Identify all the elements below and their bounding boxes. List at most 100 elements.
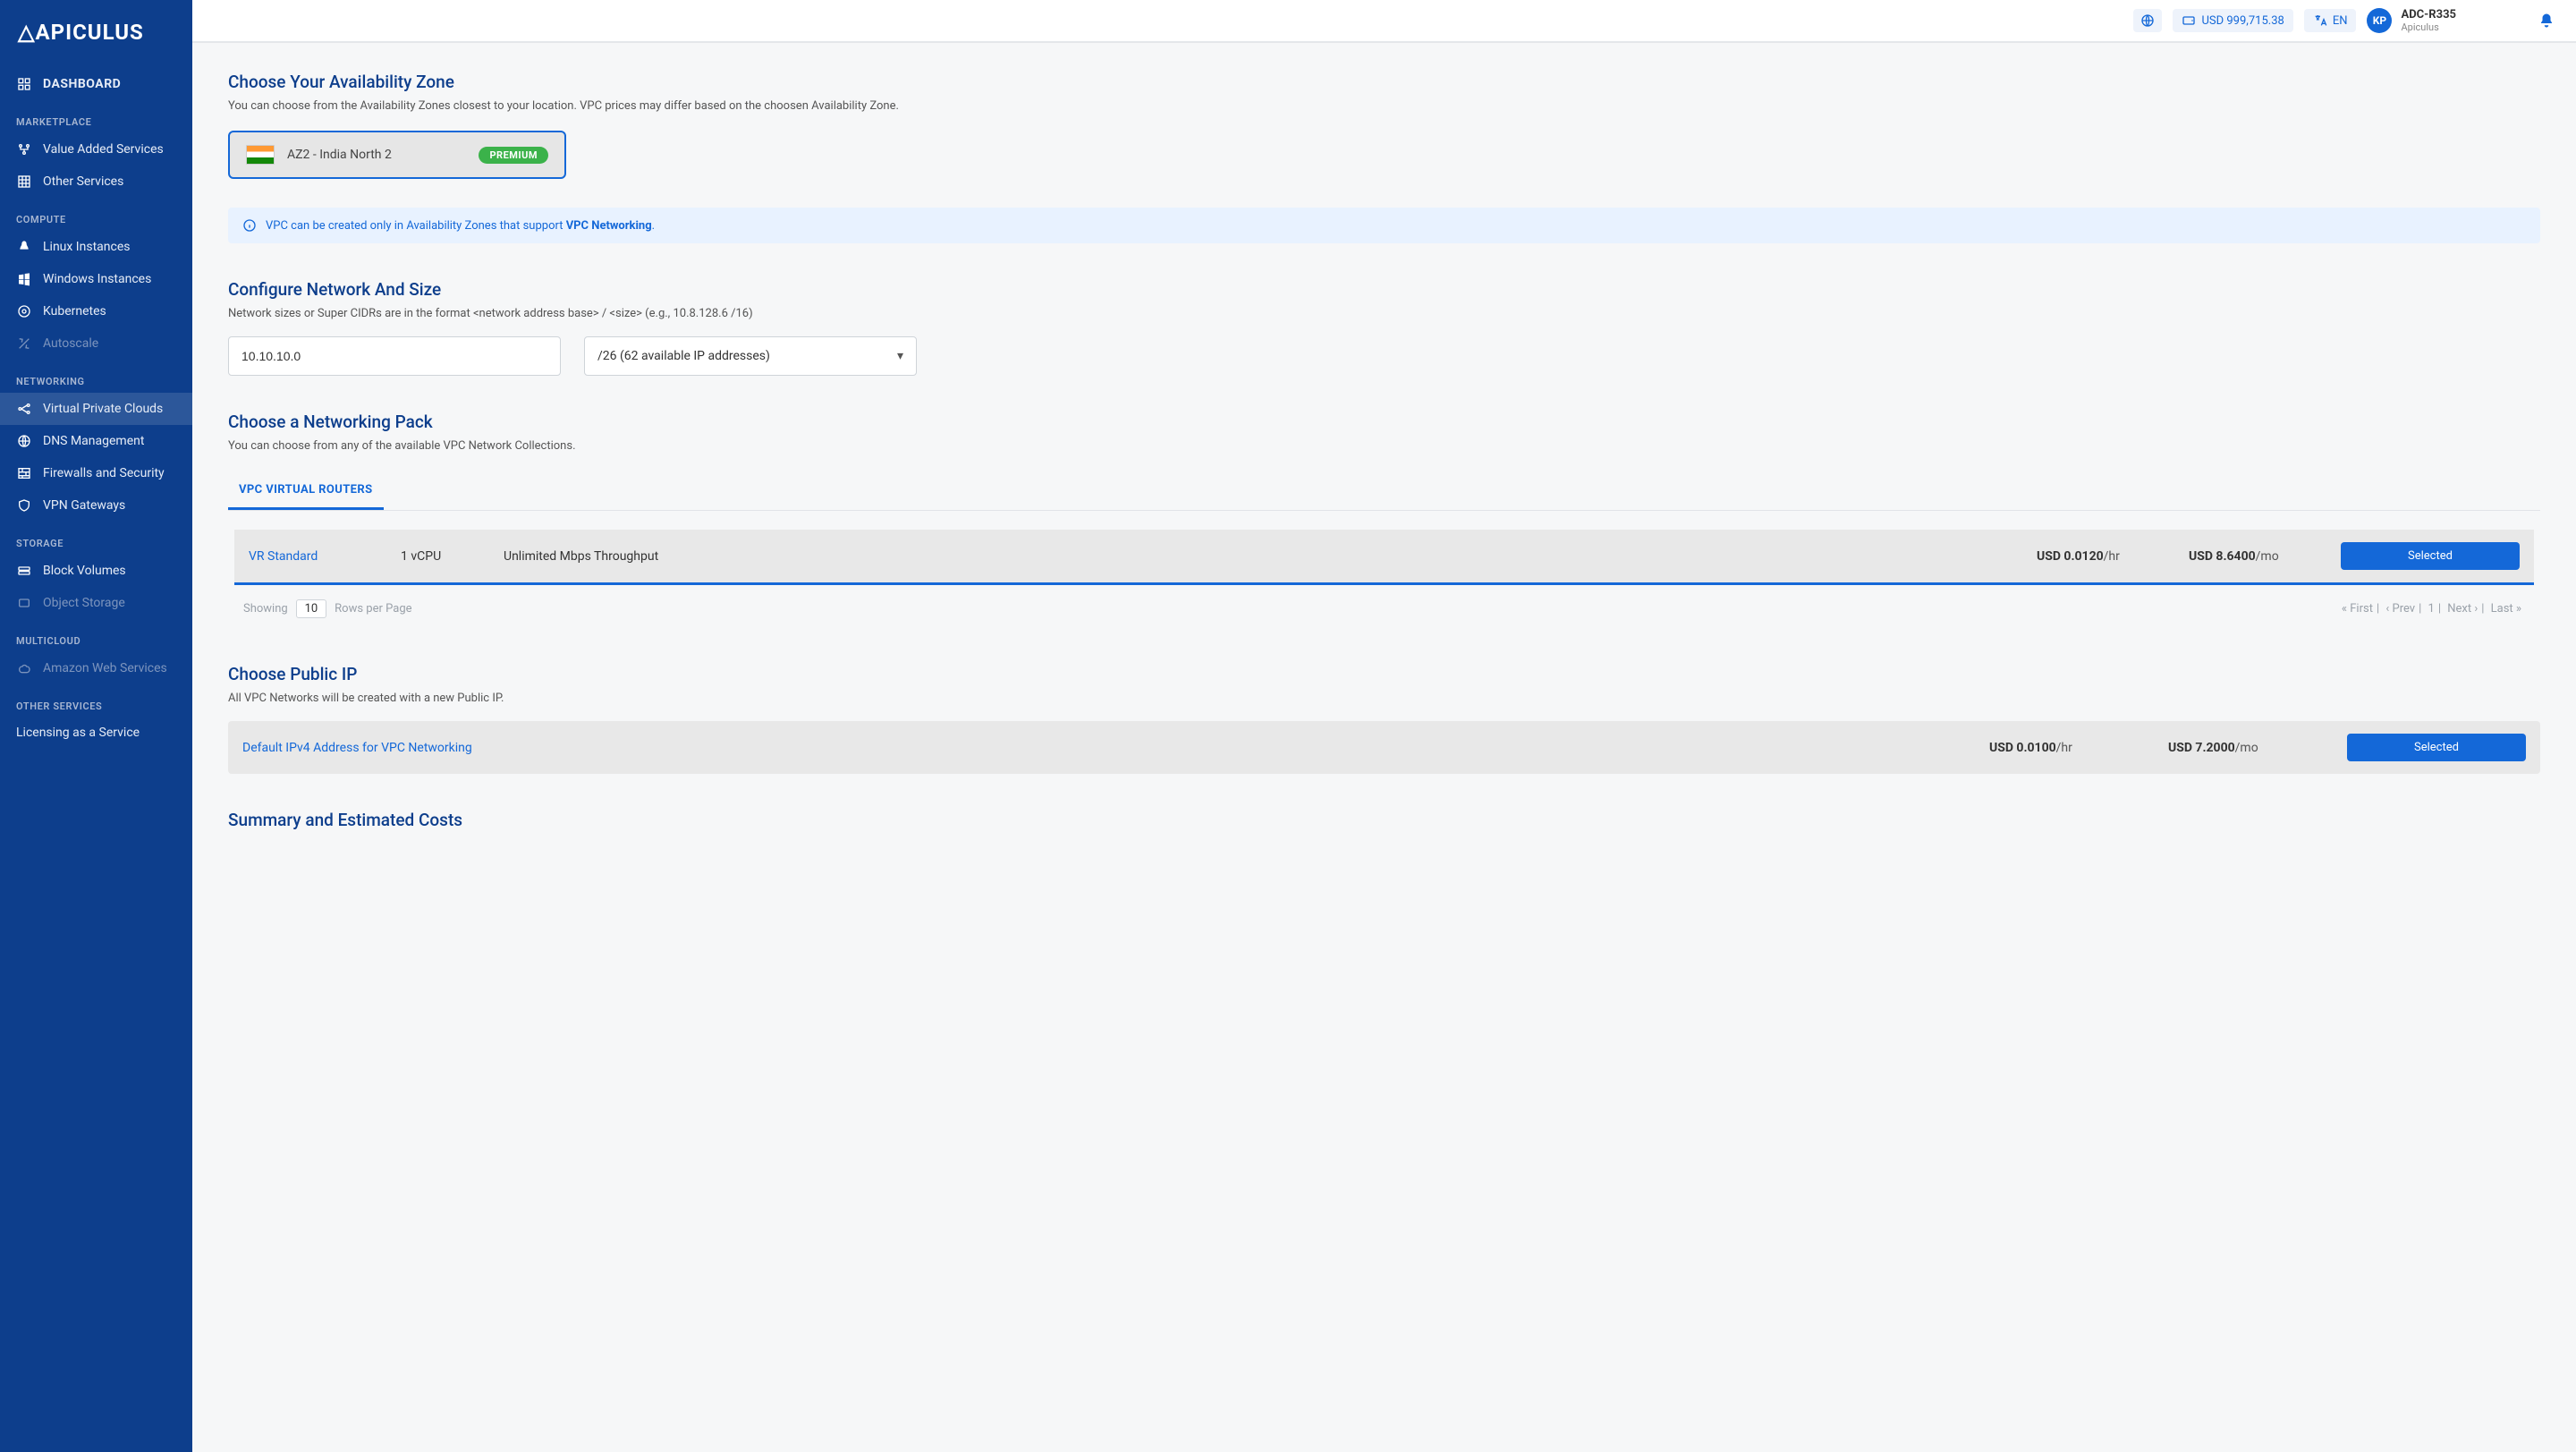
sidebar-item-block[interactable]: Block Volumes <box>0 555 192 587</box>
ip-price-mo: USD 7.2000/mo <box>2168 741 2329 755</box>
ip-selected-button[interactable]: Selected <box>2347 734 2526 761</box>
sidebar-item-vpn[interactable]: VPN Gateways <box>0 489 192 522</box>
sidebar-item-autoscale[interactable]: Autoscale <box>0 327 192 360</box>
pack-name: VR Standard <box>249 549 383 564</box>
az-subtitle: You can choose from the Availability Zon… <box>228 99 2540 113</box>
wallet-icon <box>2182 13 2196 28</box>
topbar: USD 999,715.38 EN KP ADC-R335 Apiculus <box>192 0 2576 43</box>
brand: △APICULUS <box>0 0 192 68</box>
pack-row[interactable]: VR Standard 1 vCPU Unlimited Mbps Throug… <box>234 530 2534 585</box>
pack-throughput: Unlimited Mbps Throughput <box>504 549 2019 564</box>
pack-selected-button[interactable]: Selected <box>2341 542 2520 570</box>
tab-vpc-virtual-routers[interactable]: VPC VIRTUAL ROUTERS <box>228 474 384 510</box>
ip-price-hr-val: USD 0.0100 <box>1989 741 2056 755</box>
pager-left: Showing 10 Rows per Page <box>243 599 412 618</box>
firewall-icon <box>16 465 32 481</box>
windows-icon <box>16 271 32 287</box>
sidebar-item-linux[interactable]: Linux Instances <box>0 231 192 263</box>
pack-price-hr-unit: /hr <box>2104 549 2120 564</box>
az-title: Choose Your Availability Zone <box>228 72 2540 92</box>
pager-showing: Showing <box>243 602 288 616</box>
az-card[interactable]: AZ2 - India North 2 PREMIUM <box>228 131 566 179</box>
user-menu[interactable]: KP ADC-R335 Apiculus <box>2367 8 2456 34</box>
pager-page: 1 <box>2428 602 2435 616</box>
notifications-button[interactable] <box>2538 13 2555 29</box>
pager-right: « First| ‹ Prev| 1| Next ›| Last » <box>2338 602 2525 616</box>
subnet-size-value: /26 (62 available IP addresses) <box>597 349 770 363</box>
user-text: ADC-R335 Apiculus <box>2401 8 2456 34</box>
dashboard-icon <box>16 76 32 92</box>
translate-icon <box>2313 13 2327 28</box>
pack-price-hr-val: USD 0.0120 <box>2037 549 2104 564</box>
pager-rows-label: Rows per Page <box>335 602 411 616</box>
sidebar-section-compute: COMPUTE <box>0 198 192 231</box>
sidebar-item-vas[interactable]: Value Added Services <box>0 133 192 166</box>
pager-last[interactable]: Last » <box>2491 602 2521 616</box>
autoscale-icon <box>16 335 32 352</box>
az-name: AZ2 - India North 2 <box>287 148 466 162</box>
rows-value: 10 <box>305 602 318 616</box>
sidebar-item-label: DNS Management <box>43 434 144 448</box>
user-name: ADC-R335 <box>2401 8 2456 22</box>
sidebar-item-vpc[interactable]: Virtual Private Clouds <box>0 393 192 425</box>
rows-per-page-select[interactable]: 10 <box>296 599 326 618</box>
network-subtitle: Network sizes or Super CIDRs are in the … <box>228 307 2540 320</box>
cidr-input[interactable] <box>242 349 547 363</box>
pack-price-mo-unit: /mo <box>2256 549 2279 564</box>
chevron-down-icon: ▾ <box>897 349 903 363</box>
tree-icon <box>16 141 32 157</box>
subnet-size-select[interactable]: /26 (62 available IP addresses) ▾ <box>584 336 917 376</box>
grid-icon <box>16 174 32 190</box>
sidebar-item-label: VPN Gateways <box>43 498 125 513</box>
sidebar-item-label: Value Added Services <box>43 142 164 157</box>
sidebar-item-aws[interactable]: Amazon Web Services <box>0 652 192 684</box>
ip-price-hr-unit: /hr <box>2056 741 2072 755</box>
shield-icon <box>16 497 32 514</box>
pack-price-mo: USD 8.6400/mo <box>2189 549 2323 564</box>
pack-tabs: VPC VIRTUAL ROUTERS <box>228 474 2540 511</box>
sidebar-section-other-services: OTHER SERVICES <box>0 684 192 718</box>
ip-price-hr: USD 0.0100/hr <box>1989 741 2150 755</box>
sidebar-item-windows[interactable]: Windows Instances <box>0 263 192 295</box>
info-strong: VPC Networking <box>566 219 652 233</box>
info-icon <box>242 218 257 233</box>
globe-icon <box>16 433 32 449</box>
pager-prev[interactable]: ‹ Prev <box>2385 602 2415 616</box>
sidebar: △APICULUS DASHBOARD MARKETPLACE Value Ad… <box>0 0 192 1452</box>
pack-title: Choose a Networking Pack <box>228 412 2540 432</box>
pager-next[interactable]: Next › <box>2447 602 2478 616</box>
pack-price-mo-val: USD 8.6400 <box>2189 549 2256 564</box>
globe-icon <box>2140 13 2155 28</box>
pack-pager: Showing 10 Rows per Page « First| ‹ Prev… <box>234 585 2534 622</box>
info-prefix: VPC can be created only in Availability … <box>266 219 566 233</box>
balance-text: USD 999,715.38 <box>2201 14 2284 28</box>
public-ip-row[interactable]: Default IPv4 Address for VPC Networking … <box>228 721 2540 774</box>
sidebar-item-dashboard[interactable]: DASHBOARD <box>0 68 192 100</box>
sidebar-section-multicloud: MULTICLOUD <box>0 619 192 652</box>
sidebar-item-label: Licensing as a Service <box>16 726 140 740</box>
sidebar-item-other[interactable]: Other Services <box>0 166 192 198</box>
sidebar-item-label: Linux Instances <box>43 240 130 254</box>
sidebar-item-label: Amazon Web Services <box>43 661 167 675</box>
balance-chip[interactable]: USD 999,715.38 <box>2173 9 2292 32</box>
pack-price-hr: USD 0.0120/hr <box>2037 549 2171 564</box>
sidebar-item-label: DASHBOARD <box>43 77 121 91</box>
sidebar-item-label: Virtual Private Clouds <box>43 402 163 416</box>
sidebar-item-label: Block Volumes <box>43 564 126 578</box>
sidebar-item-dns[interactable]: DNS Management <box>0 425 192 457</box>
ip-subtitle: All VPC Networks will be created with a … <box>228 692 2540 705</box>
language-chip[interactable]: EN <box>2304 9 2357 32</box>
ip-name: Default IPv4 Address for VPC Networking <box>242 741 1971 755</box>
brand-logo: △APICULUS <box>18 20 144 45</box>
sidebar-item-obj[interactable]: Object Storage <box>0 587 192 619</box>
region-button[interactable] <box>2133 9 2162 32</box>
sidebar-item-k8s[interactable]: Kubernetes <box>0 295 192 327</box>
pager-first[interactable]: « First <box>2342 602 2373 616</box>
sidebar-item-licensing[interactable]: Licensing as a Service <box>0 718 192 748</box>
summary-title: Summary and Estimated Costs <box>228 810 2540 830</box>
cidr-input-wrapper <box>228 336 561 376</box>
vpc-info-banner: VPC can be created only in Availability … <box>228 208 2540 243</box>
avatar-initials: KP <box>2373 14 2386 27</box>
sidebar-item-fw[interactable]: Firewalls and Security <box>0 457 192 489</box>
sidebar-section-marketplace: MARKETPLACE <box>0 100 192 133</box>
